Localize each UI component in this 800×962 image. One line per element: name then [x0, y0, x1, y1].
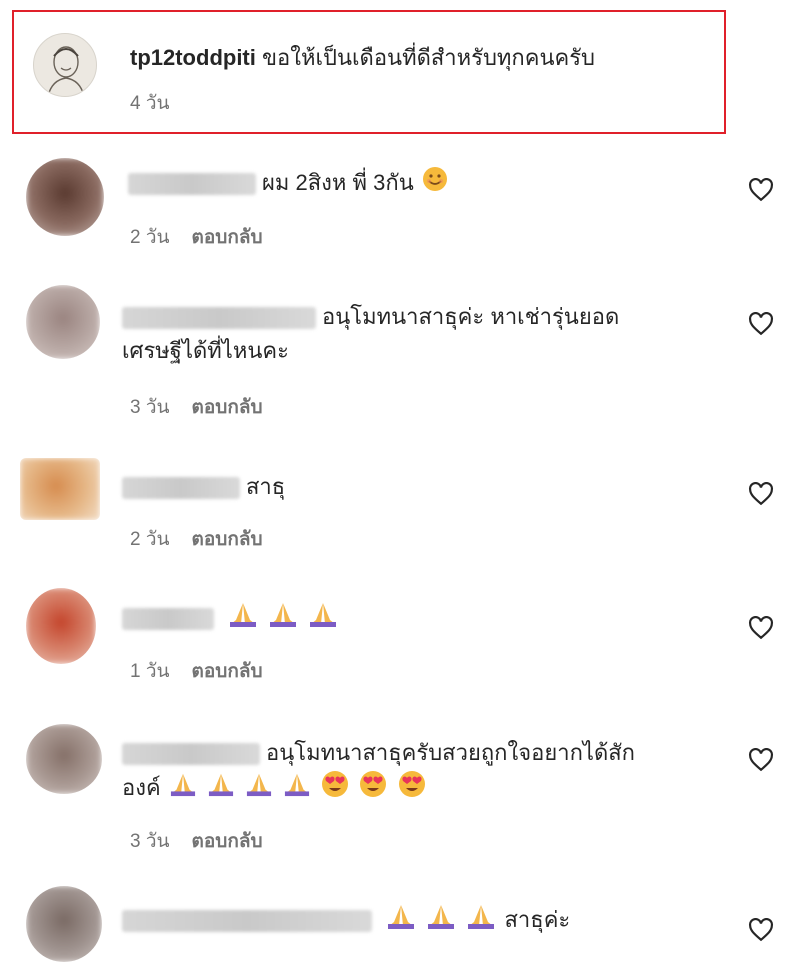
folded-hands-emoji-icon: [268, 600, 298, 638]
heart-outline-icon[interactable]: [748, 482, 774, 506]
folded-hands-emoji-icon: [283, 771, 311, 807]
blurred-username[interactable]: [122, 477, 240, 500]
folded-hands-emoji-icon: [308, 600, 338, 638]
heart-outline-icon[interactable]: [748, 312, 774, 336]
caption-time: 4 วัน: [130, 93, 170, 114]
avatar-portrait-icon: [47, 46, 85, 96]
blurred-username[interactable]: [122, 307, 316, 330]
reply-button[interactable]: ตอบกลับ: [192, 831, 263, 852]
caption-avatar[interactable]: [33, 33, 97, 97]
heart-outline-icon[interactable]: [748, 748, 774, 772]
comment-time: 3 วัน: [130, 397, 170, 418]
heart-outline-icon[interactable]: [748, 918, 774, 942]
folded-hands-emoji-icon: [245, 771, 273, 807]
heart-eyes-emoji-icon: [359, 770, 387, 808]
reply-button[interactable]: ตอบกลับ: [192, 529, 263, 550]
comment-avatar[interactable]: [26, 886, 102, 962]
reply-button[interactable]: ตอบกลับ: [192, 227, 263, 248]
folded-hands-emoji-icon: [386, 902, 416, 940]
folded-hands-emoji-icon: [228, 600, 258, 638]
comment-meta: 3 วัน ตอบกลับ: [130, 392, 263, 422]
comment-time: 3 วัน: [130, 831, 170, 852]
comment-text: [122, 600, 340, 638]
comment-meta: 2 วัน ตอบกลับ: [130, 524, 263, 554]
comment-avatar[interactable]: [26, 158, 104, 236]
blurred-username[interactable]: [122, 743, 260, 766]
comment-text: สาธุค่ะ: [122, 902, 570, 940]
comment-meta: 1 วัน ตอบกลับ: [130, 656, 263, 686]
folded-hands-emoji-icon: [207, 771, 235, 807]
folded-hands-emoji-icon: [426, 902, 456, 940]
folded-hands-emoji-icon: [466, 902, 496, 940]
comment-meta: 2 วัน ตอบกลับ: [130, 222, 263, 252]
comment-text: อนุโมทนาสาธุครับสวยถูกใจอยากได้สัก องค์: [122, 736, 732, 808]
reply-button[interactable]: ตอบกลับ: [192, 397, 263, 418]
comment-text: ผม 2สิงห พี่ 3กัน: [128, 166, 450, 202]
blurred-username[interactable]: [122, 910, 372, 932]
heart-eyes-emoji-icon: [398, 770, 426, 808]
blurred-username[interactable]: [128, 173, 256, 196]
comment-text: สาธุ: [122, 470, 285, 504]
heart-eyes-emoji-icon: [321, 770, 349, 808]
blurred-username[interactable]: [122, 608, 214, 630]
comment-time: 1 วัน: [130, 661, 170, 682]
heart-outline-icon[interactable]: [748, 178, 774, 202]
comment-time: 2 วัน: [130, 227, 170, 248]
comment-avatar[interactable]: [26, 724, 102, 794]
comment-avatar[interactable]: [20, 458, 100, 520]
smiling-face-emoji-icon: [422, 166, 448, 202]
caption-line: tp12toddpiti ขอให้เป็นเดือนที่ดีสำหรับทุ…: [130, 40, 595, 75]
comment-time: 2 วัน: [130, 529, 170, 550]
caption-username[interactable]: tp12toddpiti: [130, 45, 256, 70]
comment-avatar[interactable]: [26, 285, 100, 359]
comment-avatar[interactable]: [26, 588, 96, 664]
heart-outline-icon[interactable]: [748, 616, 774, 640]
comment-meta: 3 วัน ตอบกลับ: [130, 826, 263, 856]
reply-button[interactable]: ตอบกลับ: [192, 661, 263, 682]
caption-text: ขอให้เป็นเดือนที่ดีสำหรับทุกคนครับ: [262, 45, 596, 70]
folded-hands-emoji-icon: [169, 771, 197, 807]
comment-text: อนุโมทนาสาธุค่ะ หาเช่ารุ่นยอด เศรษฐีได้ท…: [122, 304, 620, 363]
